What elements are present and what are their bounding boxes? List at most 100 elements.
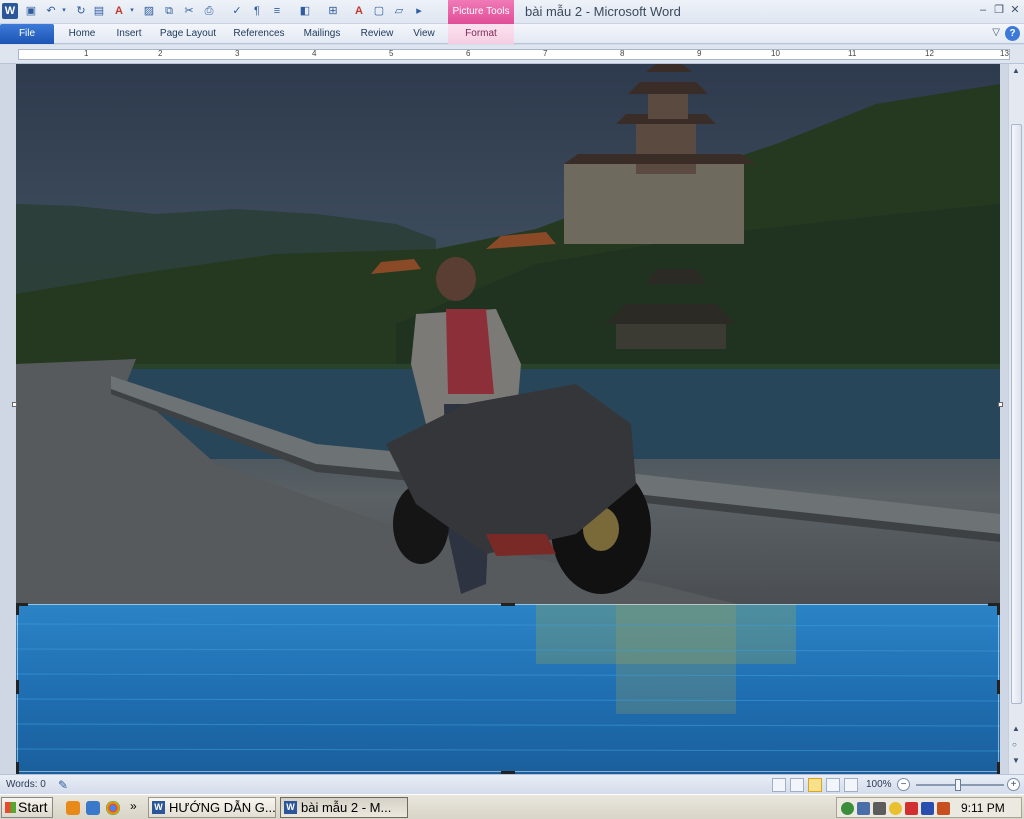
- taskbar: Start » W HƯỚNG DẪN G... W bài mẫu 2 - M…: [0, 794, 1024, 819]
- print-layout-view-button[interactable]: [772, 778, 786, 792]
- tab-insert[interactable]: Insert: [110, 24, 148, 44]
- tab-references[interactable]: References: [228, 24, 290, 44]
- undo-dropdown-icon[interactable]: ▾: [60, 4, 68, 18]
- zoom-in-button[interactable]: +: [1007, 778, 1020, 791]
- copy-icon[interactable]: ⧉: [162, 4, 176, 18]
- picture-handle-left[interactable]: [12, 402, 17, 407]
- tab-view[interactable]: View: [406, 24, 442, 44]
- picture-tools-label: Picture Tools: [448, 0, 514, 24]
- proofing-icon[interactable]: ✎: [58, 778, 68, 792]
- word-app-icon[interactable]: W: [2, 3, 18, 19]
- crop-handle-bottom-left[interactable]: [16, 762, 19, 774]
- tab-page-layout[interactable]: Page Layout: [156, 24, 220, 44]
- firefox-icon[interactable]: [66, 801, 80, 815]
- start-button[interactable]: Start: [1, 797, 53, 818]
- language-icon[interactable]: [937, 802, 950, 815]
- zoom-level[interactable]: 100%: [866, 779, 892, 790]
- quicklaunch-overflow[interactable]: »: [130, 799, 137, 813]
- tab-home[interactable]: Home: [62, 24, 102, 44]
- web-layout-view-button[interactable]: [808, 778, 822, 792]
- table-icon[interactable]: ⊞: [326, 4, 340, 18]
- crop-handle-top[interactable]: [501, 603, 515, 606]
- draft-view-button[interactable]: [844, 778, 858, 792]
- spelling-icon[interactable]: ✓: [230, 4, 244, 18]
- ruler-number: 1: [84, 49, 89, 58]
- security-icon[interactable]: [889, 802, 902, 815]
- scroll-up-icon[interactable]: ▲: [1012, 66, 1020, 75]
- help-icon[interactable]: ?: [1005, 26, 1020, 41]
- more-commands-icon[interactable]: ▸: [412, 4, 426, 18]
- network-icon[interactable]: [86, 801, 100, 815]
- vertical-scrollbar[interactable]: ▲ ▲ ○ ▼: [1008, 64, 1024, 774]
- paragraph-icon[interactable]: ¶: [250, 4, 264, 18]
- picture-icon[interactable]: ▨: [142, 4, 156, 18]
- full-screen-reading-view-button[interactable]: [790, 778, 804, 792]
- crop-handle-left[interactable]: [16, 680, 19, 694]
- save-icon[interactable]: ▣: [24, 4, 38, 18]
- word-doc-icon: W: [284, 801, 297, 814]
- tab-format[interactable]: Format: [448, 24, 514, 44]
- ruler-number: 3: [235, 49, 240, 58]
- shading-icon[interactable]: ◧: [298, 4, 312, 18]
- ribbon-tabs: File Home Insert Page Layout References …: [0, 24, 1024, 44]
- status-bar: Words: 0 ✎ 100% − +: [0, 774, 1024, 794]
- network-tray-icon[interactable]: [857, 802, 870, 815]
- undo-icon[interactable]: ↶: [44, 4, 58, 18]
- previous-page-icon[interactable]: ▲: [1012, 724, 1020, 733]
- text-highlight-icon[interactable]: A: [352, 4, 366, 18]
- scenery-photo[interactable]: [16, 64, 1000, 604]
- picture-handle-right[interactable]: [998, 402, 1003, 407]
- word-count[interactable]: Words: 0: [6, 779, 46, 790]
- redo-icon[interactable]: ↻: [74, 4, 88, 18]
- ruler-band: [18, 49, 1010, 60]
- ruler-number: 9: [697, 49, 702, 58]
- ruler-number: 11: [848, 49, 857, 58]
- taskbar-button-label: HƯỚNG DẪN G...: [169, 800, 276, 815]
- minimize-button[interactable]: –: [976, 3, 990, 17]
- close-button[interactable]: ✕: [1008, 3, 1022, 17]
- next-page-icon[interactable]: ▼: [1012, 756, 1020, 765]
- ruler-number: 5: [389, 49, 394, 58]
- taskbar-button-huong-dan[interactable]: W HƯỚNG DẪN G...: [148, 797, 276, 818]
- print-preview-icon[interactable]: ⎙: [202, 4, 216, 18]
- tab-mailings[interactable]: Mailings: [298, 24, 346, 44]
- globe-icon[interactable]: [841, 802, 854, 815]
- align-icon[interactable]: ≡: [270, 4, 284, 18]
- yahoo-messenger-icon[interactable]: [873, 802, 886, 815]
- cut-icon[interactable]: ✂: [182, 4, 196, 18]
- zoom-slider-thumb[interactable]: [955, 779, 961, 791]
- ruler-number: 2: [158, 49, 163, 58]
- ruler-number: 6: [466, 49, 471, 58]
- ruler-number: 10: [771, 49, 780, 58]
- crop-handle-right[interactable]: [997, 680, 1000, 694]
- crop-handle-bottom-right[interactable]: [997, 762, 1000, 774]
- windows-flag-icon: [5, 802, 16, 813]
- clock[interactable]: 9:11 PM: [961, 801, 1005, 815]
- ruler-number: 7: [543, 49, 548, 58]
- scrollbar-thumb[interactable]: [1011, 124, 1022, 704]
- restore-button[interactable]: ❐: [992, 3, 1006, 17]
- antivirus-icon[interactable]: [905, 802, 918, 815]
- display-icon[interactable]: [921, 802, 934, 815]
- crop-handle-top-right-vertical[interactable]: [997, 603, 1000, 615]
- zoom-out-button[interactable]: −: [897, 778, 910, 791]
- title-bar: W ▣ ↶ ▾ ↻ ▤ A ▾ ▨ ⧉ ✂ ⎙ ✓ ¶ ≡ ◧ ⊞ A ▢ ▱ …: [0, 0, 1024, 24]
- collapse-ribbon-icon[interactable]: ▽: [992, 27, 1000, 38]
- font-color-icon[interactable]: A: [112, 4, 126, 18]
- taskbar-button-label: bài mẫu 2 - M...: [301, 800, 392, 815]
- font-color-dropdown-icon[interactable]: ▾: [128, 4, 136, 18]
- new-document-icon[interactable]: ▢: [372, 4, 386, 18]
- document-page[interactable]: [16, 64, 1000, 774]
- crop-handle-top-left-vertical[interactable]: [16, 603, 19, 615]
- ruler-number: 12: [925, 49, 934, 58]
- chrome-icon[interactable]: [106, 801, 120, 815]
- horizontal-ruler[interactable]: 1 2 3 4 5 6 7 8 9 10 11 12 13: [0, 45, 1024, 64]
- tab-file[interactable]: File: [0, 24, 54, 44]
- outline-view-button[interactable]: [826, 778, 840, 792]
- taskbar-button-bai-mau-2[interactable]: W bài mẫu 2 - M...: [280, 797, 408, 818]
- tab-review[interactable]: Review: [354, 24, 400, 44]
- open-folder-icon[interactable]: ▤: [92, 4, 106, 18]
- open-icon[interactable]: ▱: [392, 4, 406, 18]
- browse-object-icon[interactable]: ○: [1012, 740, 1017, 749]
- document-area: [0, 64, 1008, 774]
